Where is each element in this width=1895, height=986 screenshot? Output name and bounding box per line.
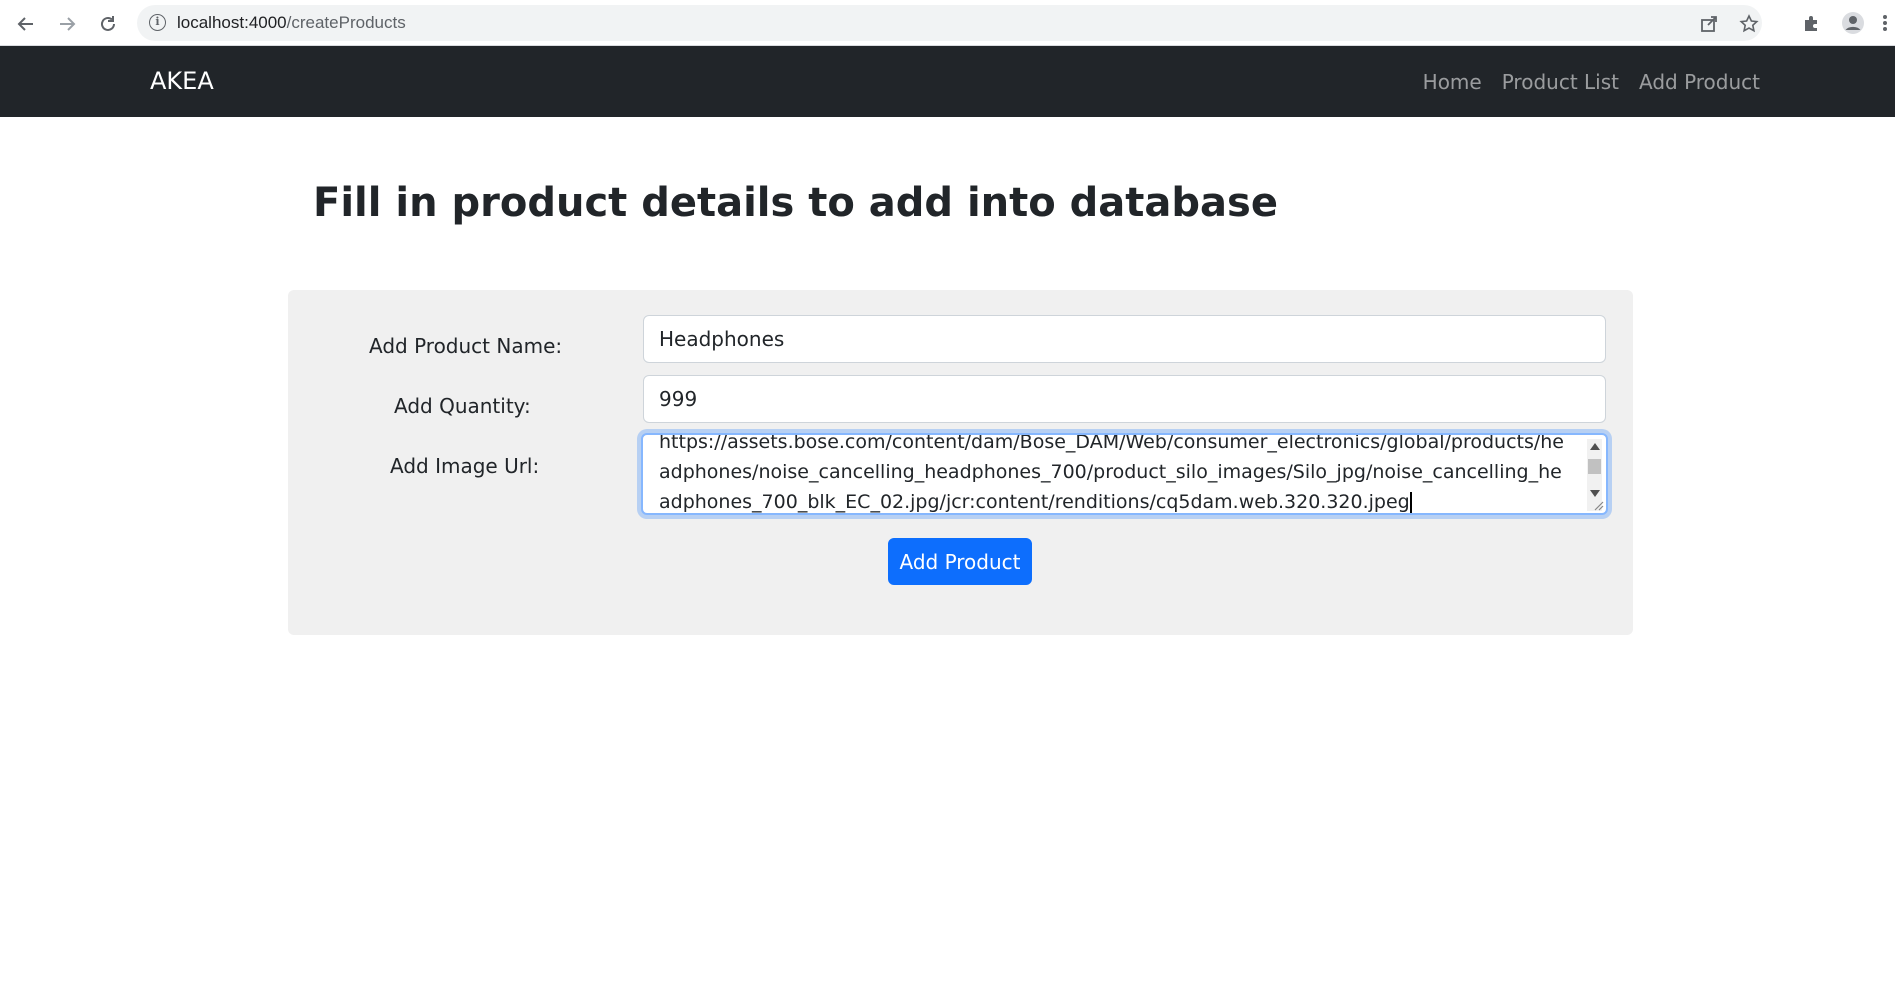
scroll-thumb[interactable] [1588,459,1601,474]
info-icon[interactable]: i [149,14,166,31]
product-form: Add Product Name: Add Quantity: Add Imag… [288,290,1633,635]
app-navbar: AKEA Home Product List Add Product [0,46,1895,117]
scroll-down-arrow-icon[interactable] [1590,490,1600,497]
puzzle-icon[interactable] [1799,10,1825,36]
nav-link-home[interactable]: Home [1423,70,1482,94]
image-url-label: Add Image Url: [390,454,540,478]
scroll-up-arrow-icon[interactable] [1590,443,1600,450]
product-name-input[interactable] [643,315,1606,363]
share-icon[interactable] [1698,13,1720,35]
url-text: localhost:4000/createProducts [177,13,406,32]
product-name-label: Add Product Name: [369,334,563,358]
resize-grip-icon[interactable] [1592,499,1604,511]
quantity-label: Add Quantity: [394,394,531,418]
kebab-menu-icon[interactable] [1878,10,1892,36]
reload-icon[interactable] [94,10,122,38]
nav-link-add-product[interactable]: Add Product [1639,70,1760,94]
text-caret [1409,491,1412,513]
nav-links: Home Product List Add Product [1423,70,1760,94]
brand-logo[interactable]: AKEA [150,67,214,95]
address-bar[interactable]: i localhost:4000/createProducts [137,5,1762,41]
star-icon[interactable] [1738,13,1760,35]
avatar-icon[interactable] [1840,10,1866,36]
forward-arrow-icon[interactable] [53,10,81,38]
nav-link-product-list[interactable]: Product List [1502,70,1619,94]
image-url-text: https://assets.bose.com/content/dam/Bose… [659,433,1564,513]
quantity-input[interactable] [643,375,1606,423]
page-title: Fill in product details to add into data… [313,180,1278,226]
browser-toolbar: i localhost:4000/createProducts [0,0,1895,46]
image-url-textarea[interactable]: https://assets.bose.com/content/dam/Bose… [641,433,1608,515]
add-product-button[interactable]: Add Product [888,538,1032,585]
back-arrow-icon[interactable] [12,10,40,38]
